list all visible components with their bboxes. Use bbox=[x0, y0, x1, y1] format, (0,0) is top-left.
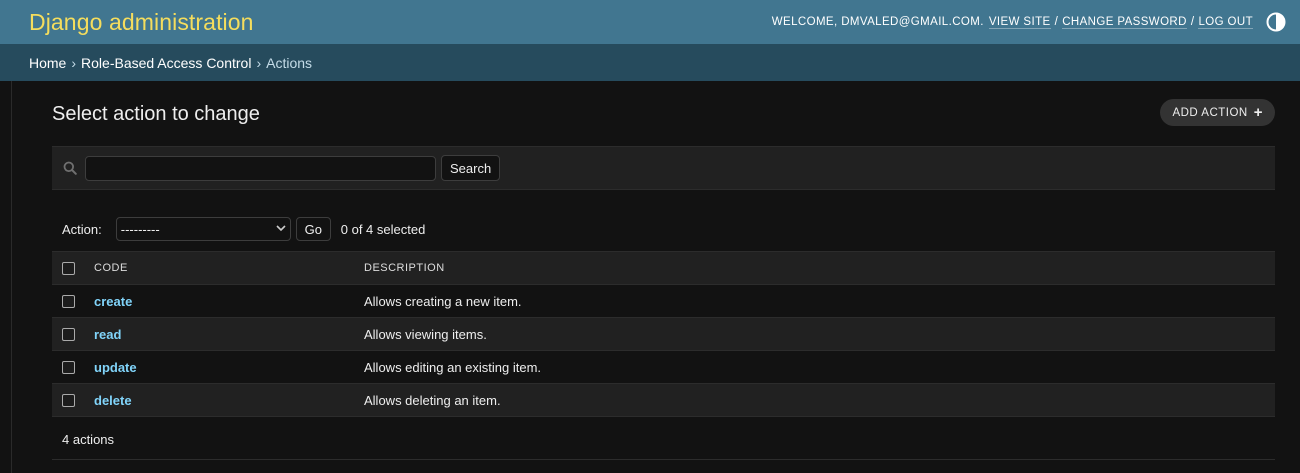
search-bar: Search bbox=[52, 146, 1275, 190]
page-title: Select action to change bbox=[52, 103, 260, 125]
breadcrumb-separator: › bbox=[71, 54, 77, 71]
search-icon bbox=[63, 161, 77, 175]
row-checkbox[interactable] bbox=[62, 327, 75, 341]
breadcrumb-app[interactable]: Role-Based Access Control bbox=[81, 55, 251, 71]
code-cell: create bbox=[94, 285, 364, 318]
breadcrumb-current: Actions bbox=[266, 54, 313, 71]
table-row: delete Allows deleting an item. bbox=[52, 383, 1275, 417]
change-password-link[interactable]: Change password bbox=[1062, 16, 1187, 29]
welcome-text: Welcome, dmvaled@gmail.com. bbox=[771, 16, 984, 28]
paginator: 4 actions bbox=[62, 432, 115, 447]
user-tools: Welcome, dmvaled@gmail.com. View site / … bbox=[772, 12, 1286, 32]
row-checkbox[interactable] bbox=[62, 294, 75, 308]
column-header-description[interactable]: Description bbox=[364, 252, 1275, 285]
row-checkbox-cell bbox=[52, 384, 94, 417]
column-header-code[interactable]: Code bbox=[94, 252, 364, 285]
table-row: create Allows creating a new item. bbox=[52, 284, 1275, 318]
code-cell: update bbox=[94, 351, 364, 384]
go-button[interactable]: Go bbox=[295, 217, 331, 241]
row-checkbox-cell bbox=[52, 285, 94, 318]
breadcrumb-home[interactable]: Home bbox=[29, 55, 66, 71]
row-checkbox-cell bbox=[52, 318, 94, 351]
sidebar-toggle-edge[interactable] bbox=[0, 81, 12, 473]
divider bbox=[52, 459, 1275, 460]
separator: / bbox=[1054, 16, 1059, 28]
separator: / bbox=[1190, 16, 1195, 28]
add-action-label: Add action bbox=[1172, 106, 1248, 119]
description-cell: Allows deleting an item. bbox=[364, 392, 501, 408]
selected-count: 0 of 4 selected bbox=[340, 221, 426, 237]
view-site-link[interactable]: View site bbox=[988, 16, 1051, 29]
header: Django administration Welcome, dmvaled@g… bbox=[0, 0, 1300, 44]
table-header-row: Code Description bbox=[52, 251, 1275, 285]
code-link[interactable]: create bbox=[94, 294, 132, 309]
row-checkbox[interactable] bbox=[62, 360, 75, 374]
select-all-checkbox[interactable] bbox=[62, 261, 75, 275]
description-cell: Allows creating a new item. bbox=[364, 293, 522, 309]
site-name[interactable]: Django administration bbox=[29, 9, 254, 36]
plus-icon: + bbox=[1253, 104, 1263, 121]
table-row: update Allows editing an existing item. bbox=[52, 350, 1275, 384]
add-action-button[interactable]: Add action + bbox=[1160, 99, 1275, 126]
code-link[interactable]: read bbox=[94, 327, 121, 342]
row-checkbox[interactable] bbox=[62, 393, 75, 407]
action-select-value: --------- bbox=[120, 221, 160, 237]
search-button[interactable]: Search bbox=[441, 155, 501, 181]
select-all-cell bbox=[52, 252, 94, 285]
code-cell: read bbox=[94, 318, 364, 351]
result-table: Code Description create Allows creating … bbox=[52, 251, 1275, 417]
description-cell: Allows editing an existing item. bbox=[364, 359, 542, 375]
actions-bar: Action: --------- Go 0 of 4 selected bbox=[62, 217, 425, 241]
code-cell: delete bbox=[94, 384, 364, 417]
description-cell: Allows viewing items. bbox=[364, 326, 487, 342]
search-input[interactable] bbox=[85, 155, 436, 181]
half-circle-icon[interactable] bbox=[1266, 12, 1286, 32]
breadcrumb-separator: › bbox=[256, 54, 262, 71]
table-row: read Allows viewing items. bbox=[52, 317, 1275, 351]
action-label: Action: bbox=[62, 221, 102, 237]
row-checkbox-cell bbox=[52, 351, 94, 384]
code-link[interactable]: delete bbox=[94, 393, 132, 408]
action-select[interactable]: --------- bbox=[115, 217, 291, 241]
log-out-link[interactable]: Log out bbox=[1198, 16, 1253, 29]
chevron-down-icon bbox=[276, 224, 286, 235]
code-link[interactable]: update bbox=[94, 360, 137, 375]
breadcrumb: Home › Role-Based Access Control › Actio… bbox=[0, 44, 1300, 81]
